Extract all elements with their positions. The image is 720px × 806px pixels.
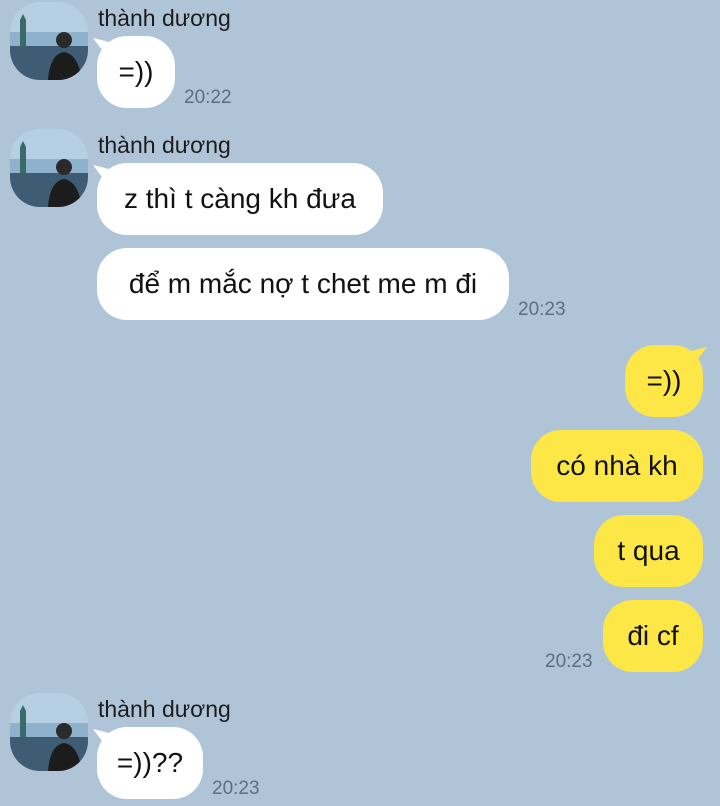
avatar[interactable] [10, 2, 88, 80]
message-timestamp: 20:23 [212, 778, 260, 799]
sender-name: thành dương [98, 696, 231, 722]
avatar[interactable] [10, 129, 88, 207]
message-bubble[interactable]: đi cf [603, 600, 703, 672]
avatar[interactable] [10, 693, 88, 771]
message-bubble[interactable]: =))?? [97, 727, 203, 799]
message-bubble[interactable]: =)) [97, 36, 175, 108]
message-bubble[interactable]: z thì t càng kh đưa [97, 163, 383, 235]
chat-thread[interactable]: thành dương =)) 20:22 thành dương z thì … [0, 0, 720, 806]
message-bubble[interactable]: =)) [625, 345, 703, 417]
message-bubble[interactable]: t qua [594, 515, 703, 587]
sender-name: thành dương [98, 132, 231, 158]
message-timestamp: 20:22 [184, 87, 232, 108]
message-bubble[interactable]: có nhà kh [531, 430, 703, 502]
message-bubble[interactable]: để m mắc nợ t chet me m đi [97, 248, 509, 320]
message-timestamp: 20:23 [545, 651, 593, 672]
message-timestamp: 20:23 [518, 299, 566, 320]
sender-name: thành dương [98, 5, 231, 31]
